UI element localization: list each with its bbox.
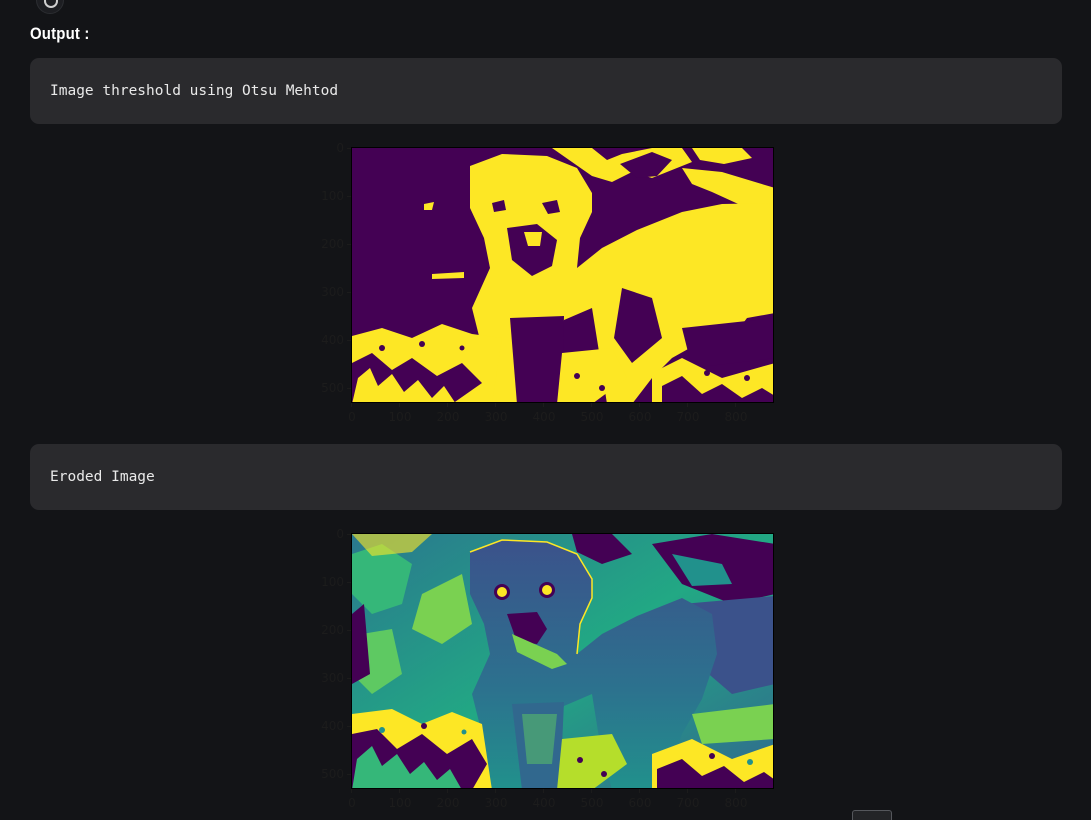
y-tick-label: 500 [321,381,344,395]
y-tick-label: 200 [321,623,344,637]
x-tick-mark [351,789,352,793]
y-tick-mark [347,630,351,631]
x-tick-label: 700 [676,410,700,424]
x-tick-label: 200 [436,796,460,810]
y-tick-label: 100 [321,189,344,203]
y-tick-label: 0 [336,527,344,541]
x-tick-label: 300 [484,410,508,424]
y-tick-mark [347,582,351,583]
x-tick-mark [591,403,592,407]
y-tick-mark [347,534,351,535]
x-tick-mark [735,403,736,407]
x-tick-label: 500 [580,410,604,424]
y-tick-label: 300 [321,671,344,685]
y-tick-mark [347,678,351,679]
threshold-image-plot: 0 100 200 300 400 500 0 100 200 300 400 … [310,140,790,436]
x-tick-mark [543,789,544,793]
y-tick-label: 400 [321,333,344,347]
y-tick-label: 200 [321,237,344,251]
y-tick-mark [347,244,351,245]
y-tick-mark [347,292,351,293]
code-output-text: Image threshold using Otsu Mehtod [50,83,339,99]
y-tick-label: 400 [321,719,344,733]
threshold-image [352,148,773,402]
x-tick-mark [351,403,352,407]
x-tick-label: 100 [388,796,412,810]
x-tick-label: 200 [436,410,460,424]
x-tick-label: 300 [484,796,508,810]
x-tick-mark [687,403,688,407]
y-tick-label: 100 [321,575,344,589]
code-output-block-threshold: Image threshold using Otsu Mehtod [30,58,1062,124]
y-tick-mark [347,340,351,341]
x-tick-label: 500 [580,796,604,810]
cell-run-icon[interactable] [36,0,64,14]
plot-axes [351,147,774,403]
x-tick-label: 400 [532,796,556,810]
eroded-image-plot: 0 100 200 300 400 500 0 100 200 300 400 … [310,526,790,820]
x-tick-label: 600 [628,796,652,810]
x-tick-mark [399,403,400,407]
x-tick-mark [735,789,736,793]
y-tick-mark [347,726,351,727]
x-tick-label: 700 [676,796,700,810]
x-tick-label: 0 [348,410,356,424]
x-tick-mark [543,403,544,407]
x-tick-mark [639,789,640,793]
x-tick-mark [639,403,640,407]
x-tick-mark [591,789,592,793]
x-tick-label: 400 [532,410,556,424]
plot-axes [351,533,774,789]
x-tick-label: 800 [724,796,748,810]
y-tick-label: 300 [321,285,344,299]
x-tick-mark [447,789,448,793]
y-tick-mark [347,148,351,149]
x-tick-mark [447,403,448,407]
x-tick-mark [495,789,496,793]
x-tick-label: 600 [628,410,652,424]
output-label: Output : [30,24,90,43]
eroded-image [352,534,773,788]
x-tick-mark [687,789,688,793]
x-tick-mark [399,789,400,793]
y-tick-mark [347,388,351,389]
circle-icon [44,0,58,8]
y-tick-mark [347,774,351,775]
x-tick-mark [495,403,496,407]
y-tick-label: 500 [321,767,344,781]
notebook-output-page: Output : Image threshold using Otsu Meht… [0,0,1091,820]
scroll-to-top-button[interactable] [852,810,892,820]
y-tick-label: 0 [336,141,344,155]
code-output-block-eroded: Eroded Image [30,444,1062,510]
y-tick-mark [347,196,351,197]
x-tick-label: 0 [348,796,356,810]
x-tick-label: 100 [388,410,412,424]
x-tick-label: 800 [724,410,748,424]
code-output-text: Eroded Image [50,469,155,485]
